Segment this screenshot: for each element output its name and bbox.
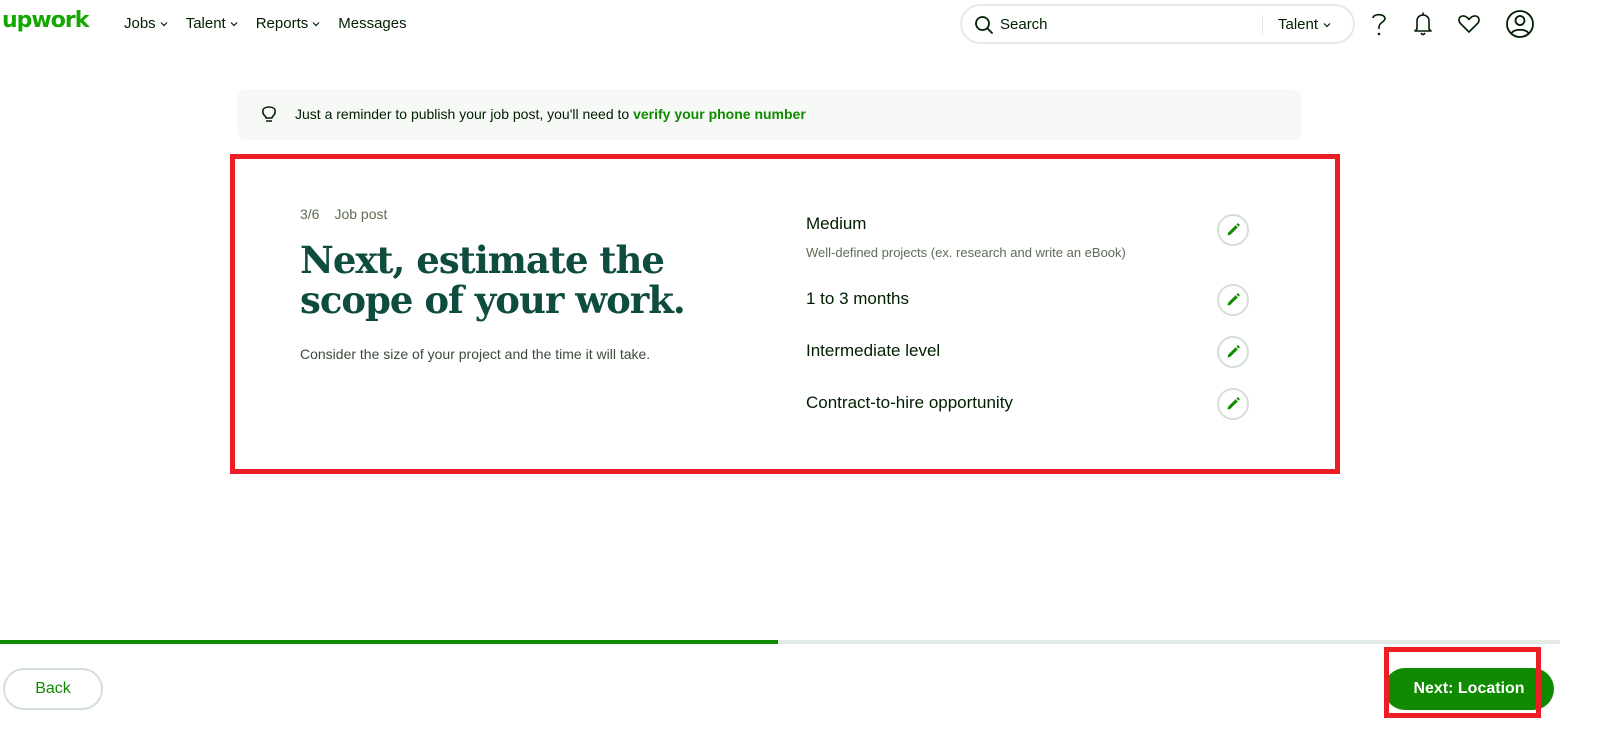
nav-jobs[interactable]: Jobs xyxy=(124,15,168,32)
project-size-description: Well-defined projects (ex. research and … xyxy=(806,245,1126,260)
notifications-button[interactable] xyxy=(1410,10,1436,38)
nav-talent-label: Talent xyxy=(185,15,226,32)
next-location-button[interactable]: Next: Location xyxy=(1384,668,1554,710)
search-icon xyxy=(975,16,993,34)
account-button[interactable] xyxy=(1505,9,1535,39)
contract-type-value: Contract-to-hire opportunity xyxy=(806,393,1013,412)
step-progress-bar xyxy=(0,640,1560,644)
phone-verification-banner: Just a reminder to publish your job post… xyxy=(237,89,1302,140)
step-label: Job post xyxy=(334,206,388,222)
page-title: Next, estimate the scope of your work. xyxy=(300,238,686,322)
step-counter: 3/6 xyxy=(300,206,320,222)
duration-value: 1 to 3 months xyxy=(806,289,910,308)
nav-reports[interactable]: Reports xyxy=(256,15,321,32)
nav-talent[interactable]: Talent xyxy=(186,15,238,32)
nav-messages[interactable]: Messages xyxy=(338,15,406,32)
pencil-icon xyxy=(1227,345,1240,358)
edit-duration-button[interactable] xyxy=(1217,284,1249,316)
chevron-down-icon xyxy=(1323,22,1331,27)
search-divider xyxy=(1262,15,1263,35)
step-progress-fill xyxy=(0,640,779,644)
back-button[interactable]: Back xyxy=(3,668,103,710)
chevron-down-icon xyxy=(312,21,320,26)
favorites-button[interactable] xyxy=(1456,10,1482,38)
edit-project-size-button[interactable] xyxy=(1217,214,1249,246)
bell-icon xyxy=(1414,12,1432,36)
pencil-icon xyxy=(1227,293,1240,306)
search-scope-dropdown[interactable]: Talent xyxy=(1278,16,1331,33)
pencil-icon xyxy=(1227,223,1240,236)
banner-text: Just a reminder to publish your job post… xyxy=(295,106,634,122)
edit-contract-type-button[interactable] xyxy=(1217,388,1249,420)
nav-reports-label: Reports xyxy=(255,15,309,32)
main-nav: Jobs Talent Reports Messages xyxy=(124,15,407,32)
banner-message: Just a reminder to publish your job post… xyxy=(295,106,806,122)
page-subtitle: Consider the size of your project and th… xyxy=(300,346,651,362)
edit-experience-level-button[interactable] xyxy=(1217,336,1249,368)
verify-phone-link[interactable]: verify your phone number xyxy=(633,106,806,122)
lightbulb-icon xyxy=(262,106,276,122)
nav-jobs-label: Jobs xyxy=(124,15,156,32)
pencil-icon xyxy=(1227,397,1240,410)
user-avatar-icon xyxy=(1506,10,1534,38)
search-scope-label: Talent xyxy=(1278,16,1319,33)
top-navigation: upwork Jobs Talent Reports Messages Sear… xyxy=(0,0,1600,48)
upwork-logo[interactable]: upwork xyxy=(2,8,89,33)
help-button[interactable] xyxy=(1366,10,1392,38)
search-bar[interactable]: Search Talent xyxy=(960,4,1355,44)
chevron-down-icon xyxy=(230,21,238,26)
search-input[interactable]: Search xyxy=(1000,16,1048,33)
step-indicator: 3/6 Job post xyxy=(300,206,387,222)
help-icon xyxy=(1372,13,1386,36)
chevron-down-icon xyxy=(160,21,168,26)
project-size-value: Medium xyxy=(806,214,867,233)
heart-icon xyxy=(1458,15,1480,33)
nav-messages-label: Messages xyxy=(338,15,407,32)
experience-level-value: Intermediate level xyxy=(806,341,941,360)
